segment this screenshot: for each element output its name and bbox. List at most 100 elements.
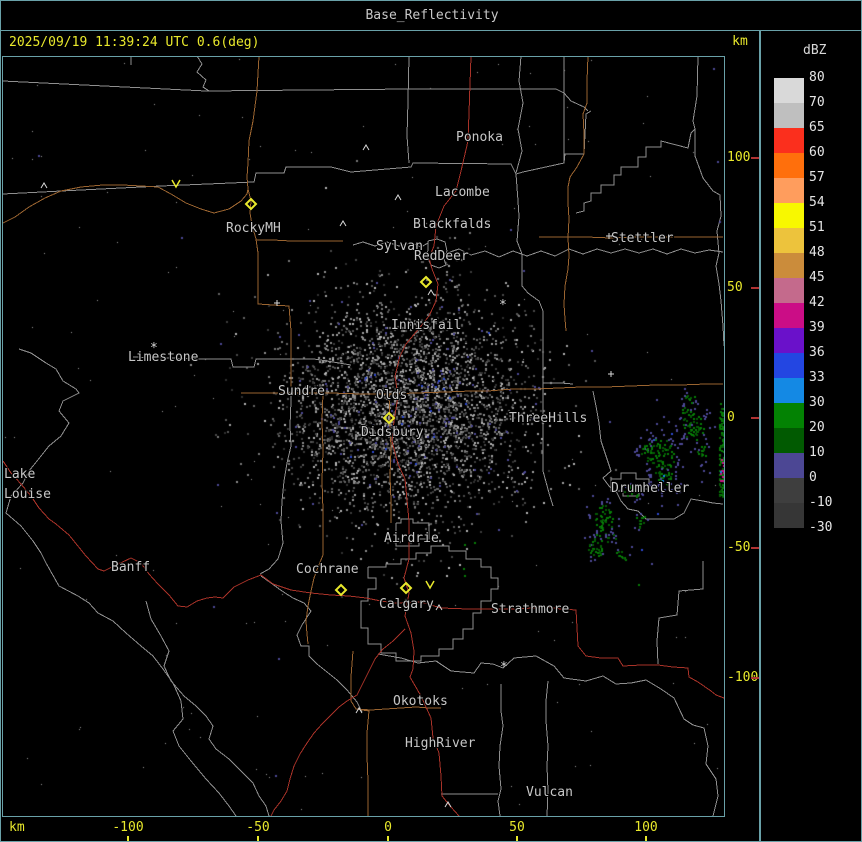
right-axis-unit-label: km <box>732 34 748 49</box>
city-label-innisfail: Innisfail <box>391 318 461 333</box>
bottom-axis-tick-mark <box>645 836 647 841</box>
bottom-axis-unit-label: km <box>9 820 25 835</box>
colorbar-tick-label: 10 <box>809 445 825 460</box>
right-axis-tick-label: 0 <box>727 410 735 425</box>
colorbar-band <box>774 253 804 278</box>
right-axis-tick-label: 100 <box>727 150 751 165</box>
bottom-axis-tick-mark <box>257 836 259 841</box>
asterisk-marker-icon: * <box>500 660 508 675</box>
colorbar-tick-label: 33 <box>809 370 825 385</box>
bottom-axis-tick-mark <box>127 836 129 841</box>
colorbar-tick-label: 57 <box>809 170 825 185</box>
city-label-reddeer: RedDeer <box>414 249 469 264</box>
caret-marker-icon <box>394 194 402 201</box>
colorbar-band <box>774 153 804 178</box>
colorbar-tick-label: 65 <box>809 120 825 135</box>
colorbar-tick-label: 54 <box>809 195 825 210</box>
colorbar-tick-label: 51 <box>809 220 825 235</box>
right-axis-tick-label: 50 <box>727 280 743 295</box>
right-axis-tick-mark <box>751 677 759 679</box>
colorbar-band <box>774 428 804 453</box>
city-label-highriver: HighRiver <box>405 736 476 751</box>
caret-marker-icon <box>339 220 347 227</box>
bottom-axis-tick-label: -100 <box>112 820 144 835</box>
city-label-blackfalds: Blackfalds <box>413 217 491 232</box>
colorbar-band <box>774 353 804 378</box>
colorbar-tick-label: -30 <box>809 520 833 535</box>
colorbar-band <box>774 78 804 103</box>
colorbar-tick-label: 30 <box>809 395 825 410</box>
city-label-limestone: Limestone <box>128 350 199 365</box>
colorbar-tick-label: 48 <box>809 245 825 260</box>
caret-marker-icon <box>355 707 363 714</box>
colorbar-tick-label: 20 <box>809 420 825 435</box>
bottom-axis-tick-mark <box>387 836 389 841</box>
city-label-vulcan: Vulcan <box>526 785 573 800</box>
city-label-stettler: Stettler <box>611 231 674 246</box>
bottom-axis-tick-label: -50 <box>246 820 270 835</box>
right-axis-tick-label: -50 <box>727 540 751 555</box>
colorbar-tick-label: 45 <box>809 270 825 285</box>
scan-timestamp: 2025/09/19 11:39:24 UTC 0.6(deg) <box>9 35 260 50</box>
radar-application-window: Base_Reflectivity 2025/09/19 11:39:24 UT… <box>0 0 862 842</box>
right-axis-tick-mark <box>751 157 759 159</box>
colorbar-band <box>774 453 804 478</box>
city-label-threehills: ThreeHills <box>509 411 587 426</box>
chevron-down-icon <box>425 580 435 590</box>
city-label-airdrie: Airdrie <box>384 531 439 546</box>
radar-site-diamond-icon <box>334 583 348 597</box>
colorbar-band <box>774 403 804 428</box>
right-distance-axis: 100 50 0 -50 -100 <box>725 56 759 816</box>
colorbar-tick-label: -10 <box>809 495 833 510</box>
city-label-didsbury: Didsbury <box>361 425 424 440</box>
right-axis-tick-mark <box>751 547 759 549</box>
caret-marker-icon <box>435 604 443 611</box>
colorbar-band <box>774 203 804 228</box>
radar-site-diamond-icon <box>244 197 258 211</box>
radar-map-viewport[interactable]: Ponoka Lacombe Blackfalds Sylvan RedDeer Stet… <box>3 57 724 816</box>
plus-marker-icon <box>608 371 614 377</box>
window-title: Base_Reflectivity <box>365 8 499 23</box>
colorbar-band <box>774 303 804 328</box>
colorbar-tick-label: 70 <box>809 95 825 110</box>
city-label-calgary: Calgary <box>379 597 434 612</box>
caret-marker-icon <box>362 144 370 151</box>
colorbar-band <box>774 128 804 153</box>
chevron-down-icon <box>171 179 181 189</box>
colorbar-band <box>774 503 804 528</box>
right-axis-tick-mark <box>751 417 759 419</box>
city-label-olds: Olds <box>376 388 407 403</box>
city-label-ponoka: Ponoka <box>456 130 503 145</box>
bottom-axis-tick-label: 50 <box>509 820 525 835</box>
colorbar-tick-label: 60 <box>809 145 825 160</box>
bottom-axis-tick-mark <box>516 836 518 841</box>
colorbar-band <box>774 278 804 303</box>
colorbar-tick-label: 80 <box>809 70 825 85</box>
colorbar-tick-label: 36 <box>809 345 825 360</box>
map-labels-layer: PonokaLacombeBlackfaldsSylvanRedDeerStet… <box>3 129 690 808</box>
city-label-cochrane: Cochrane <box>296 562 359 577</box>
bottom-axis-tick-label: 100 <box>634 820 658 835</box>
colorbar-tick-label: 42 <box>809 295 825 310</box>
radar-site-diamond-icon <box>419 275 433 289</box>
bottom-axis-tick-label: 0 <box>384 820 392 835</box>
plus-marker-icon <box>274 300 280 306</box>
city-label-strathmore: Strathmore <box>491 602 569 617</box>
colorbar-tick-label: 39 <box>809 320 825 335</box>
city-label-drumheller: Drumheller <box>611 481 689 496</box>
colorbar-band <box>774 328 804 353</box>
caret-marker-icon <box>427 289 435 296</box>
colorbar-band <box>774 228 804 253</box>
title-bar: Base_Reflectivity <box>1 1 861 31</box>
reflectivity-colorbar: dBZ 80 70 65 60 57 54 51 48 45 42 39 36 33 30 20 10 0 -10… <box>759 30 861 841</box>
city-label-banff: Banff <box>111 560 150 575</box>
radar-site-diamond-icon <box>399 581 413 595</box>
bottom-distance-axis: km -100 -50 0 50 100 <box>1 816 759 841</box>
city-label-lake-louise: Lake Louise <box>4 467 51 502</box>
city-label-sundre: Sundre <box>278 384 325 399</box>
colorbar-band <box>774 178 804 203</box>
caret-marker-icon <box>444 801 452 808</box>
asterisk-marker-icon: * <box>150 341 158 356</box>
colorbar-tick-label: 0 <box>809 470 817 485</box>
city-label-lacombe: Lacombe <box>435 185 490 200</box>
